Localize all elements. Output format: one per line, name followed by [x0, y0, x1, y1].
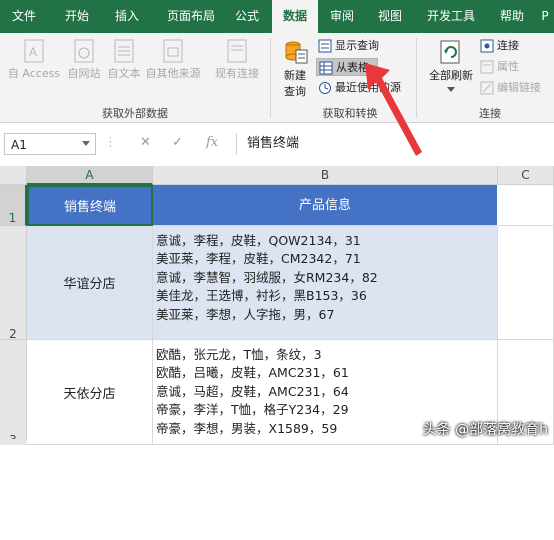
from-access-label: 自 Access	[7, 67, 61, 80]
formula-bar: A1 ⋮ ✕ ✓ fx 销售终端	[0, 130, 554, 158]
spreadsheet-grid: A B C 1 2 3 销售终端 产品信息 华谊分店 意诚，李程，皮鞋，QOW2…	[0, 166, 554, 447]
more-icon: ⋮	[104, 135, 117, 150]
tab-file[interactable]: 文件	[0, 0, 48, 33]
chevron-down-icon[interactable]	[82, 141, 90, 147]
from-web-button[interactable]: 自网站	[64, 39, 104, 81]
column-header-a[interactable]: A	[27, 166, 153, 185]
svg-text:A: A	[29, 45, 37, 59]
product-line: 欧酷，吕曦，皮鞋，AMC231，61	[156, 365, 349, 381]
group-label-connections: 连接	[479, 107, 501, 120]
product-line: 意诚，马超，皮鞋，AMC231，64	[156, 383, 349, 399]
from-text-button[interactable]: 自文本	[104, 39, 144, 81]
ribbon: A 自 Access 自网站 自文本 自其他来源 现有连接 获取外部数据 新建 …	[0, 33, 554, 123]
tab-review[interactable]: 审阅	[322, 0, 362, 33]
properties-button[interactable]: 属性	[480, 58, 519, 76]
product-line: 美亚莱，李想，人字拖，男，67	[156, 306, 335, 322]
edit-links-label: 编辑链接	[497, 81, 541, 94]
tab-developer[interactable]: 开发工具	[418, 0, 484, 33]
from-access-button[interactable]: A 自 Access	[6, 39, 62, 81]
properties-icon	[480, 60, 494, 74]
existing-connections-icon	[227, 39, 247, 63]
ribbon-tab-bar: 文件 开始 插入 页面布局 公式 数据 审阅 视图 开发工具 帮助 P	[0, 0, 554, 33]
show-queries-button[interactable]: 显示查询	[318, 37, 379, 55]
empty-cell[interactable]	[498, 226, 554, 340]
refresh-all-label: 全部刷新	[429, 69, 473, 82]
product-line: 美佳龙，王选博，衬衫，黑B153，36	[156, 288, 367, 304]
chevron-down-icon	[447, 87, 455, 92]
store-cell[interactable]: 天依分店	[27, 340, 153, 445]
empty-cell[interactable]	[498, 185, 554, 226]
product-line: 意诚，李慧智，羽绒服，女RM234，82	[156, 269, 378, 285]
row-header-1[interactable]: 1	[0, 185, 27, 226]
table-header-cell[interactable]: 销售终端	[27, 185, 153, 226]
column-header-c[interactable]: C	[498, 166, 554, 185]
connections-label: 连接	[497, 39, 519, 52]
new-query-label-line2: 查询	[284, 85, 306, 98]
edit-links-button[interactable]: 编辑链接	[480, 79, 541, 97]
from-other-sources-label: 自其他来源	[145, 67, 201, 80]
tab-insert[interactable]: 插入	[104, 0, 150, 33]
show-queries-icon	[318, 39, 332, 53]
properties-label: 属性	[497, 60, 519, 73]
product-line: 欧酷，张元龙，T恤，条纹，3	[156, 347, 322, 362]
product-info-cell[interactable]: 意诚，李程，皮鞋，QOW2134，31 美亚莱，李程，皮鞋，CM2342，71 …	[153, 226, 498, 340]
cancel-icon[interactable]: ✕	[140, 135, 151, 150]
tab-view[interactable]: 视图	[370, 0, 410, 33]
tab-data[interactable]: 数据	[272, 0, 318, 33]
text-file-icon	[114, 39, 134, 63]
edit-links-icon	[480, 81, 494, 95]
group-label-external-data: 获取外部数据	[102, 107, 168, 120]
existing-connections-button[interactable]: 现有连接	[212, 39, 262, 81]
new-query-button[interactable]: 新建 查询	[276, 37, 314, 99]
connections-button[interactable]: 连接	[480, 37, 519, 55]
annotation-arrow	[365, 63, 422, 156]
confirm-icon[interactable]: ✓	[172, 135, 183, 150]
row-header-partial	[0, 439, 27, 445]
recent-sources-icon	[319, 82, 331, 94]
access-icon: A	[24, 39, 44, 63]
table-icon	[319, 61, 333, 75]
new-query-label-line1: 新建	[284, 69, 306, 82]
from-text-label: 自文本	[107, 67, 141, 80]
tab-more[interactable]: P	[536, 0, 554, 33]
connections-icon	[480, 39, 494, 53]
tab-home[interactable]: 开始	[54, 0, 100, 33]
refresh-icon	[440, 40, 460, 64]
row-header-2[interactable]: 2	[0, 226, 27, 341]
row-header-3[interactable]: 3	[0, 340, 27, 447]
select-all-corner[interactable]	[0, 166, 27, 185]
other-sources-icon	[163, 39, 183, 63]
from-web-label: 自网站	[67, 67, 101, 80]
group-divider	[270, 38, 271, 118]
from-other-sources-button[interactable]: 自其他来源	[144, 39, 202, 81]
tab-formulas[interactable]: 公式	[226, 0, 268, 33]
product-line: 美亚莱，李程，皮鞋，CM2342，71	[156, 251, 361, 267]
formula-buttons: ⋮ ✕ ✓ fx	[102, 133, 230, 155]
existing-connections-label: 现有连接	[215, 67, 259, 80]
web-icon	[74, 39, 94, 63]
product-line: 意诚，李程，皮鞋，QOW2134，31	[156, 233, 361, 248]
refresh-all-button[interactable]: 全部刷新	[424, 37, 478, 96]
store-cell[interactable]: 华谊分店	[27, 226, 153, 340]
function-icon[interactable]: fx	[206, 135, 218, 150]
tab-page-layout[interactable]: 页面布局	[156, 0, 226, 33]
product-line: 帝豪，李洋，T恤，格子Y234，29	[156, 402, 349, 418]
watermark: 头条 @部落窝教育h	[422, 422, 548, 438]
tab-help[interactable]: 帮助	[492, 0, 532, 33]
column-header-b[interactable]: B	[153, 166, 498, 185]
new-query-icon	[285, 41, 308, 64]
table-header-cell[interactable]: 产品信息	[153, 185, 498, 226]
show-queries-label: 显示查询	[335, 39, 379, 52]
